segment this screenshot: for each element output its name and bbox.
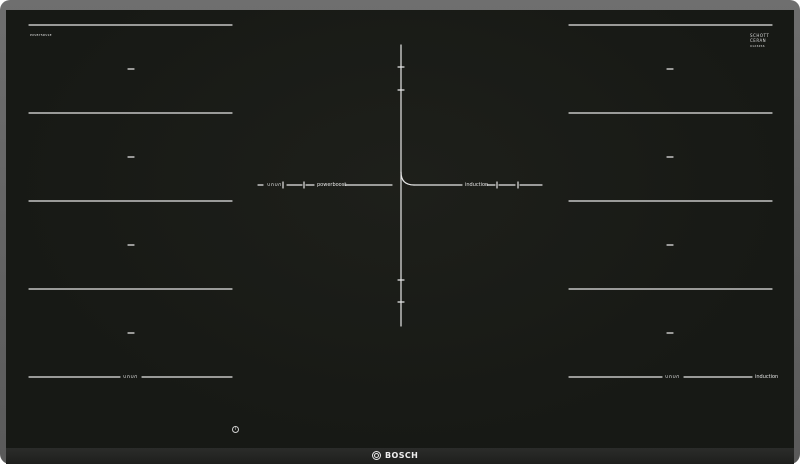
glass-maker-text: SCHOTT CERAN [750, 33, 770, 43]
right-bottom-symbol: ∪∩∪∩ [665, 374, 680, 380]
induction-bottom-label: induction [755, 374, 779, 380]
bosch-logo-icon [372, 451, 381, 460]
brand-name: BOSCH [385, 451, 419, 460]
cooktop-markings [28, 24, 773, 378]
model-code: PXV875DV1E [30, 33, 52, 37]
left-bottom-symbol: ∪∩∪∩ [123, 374, 138, 380]
center-corner-curve [400, 171, 415, 186]
schott-ceran-logo: SCHOTT CERAN 0123456 [750, 33, 780, 53]
brand-badge: BOSCH [372, 451, 418, 460]
info-icon: i [232, 426, 239, 433]
center-left-symbol: ∪∩∪∩ [267, 182, 282, 188]
induction-center-label: induction [465, 182, 489, 188]
serial-mark: 0123456 [750, 44, 765, 48]
info-symbol: i [234, 426, 237, 432]
powerboost-label: powerboost [317, 182, 347, 188]
